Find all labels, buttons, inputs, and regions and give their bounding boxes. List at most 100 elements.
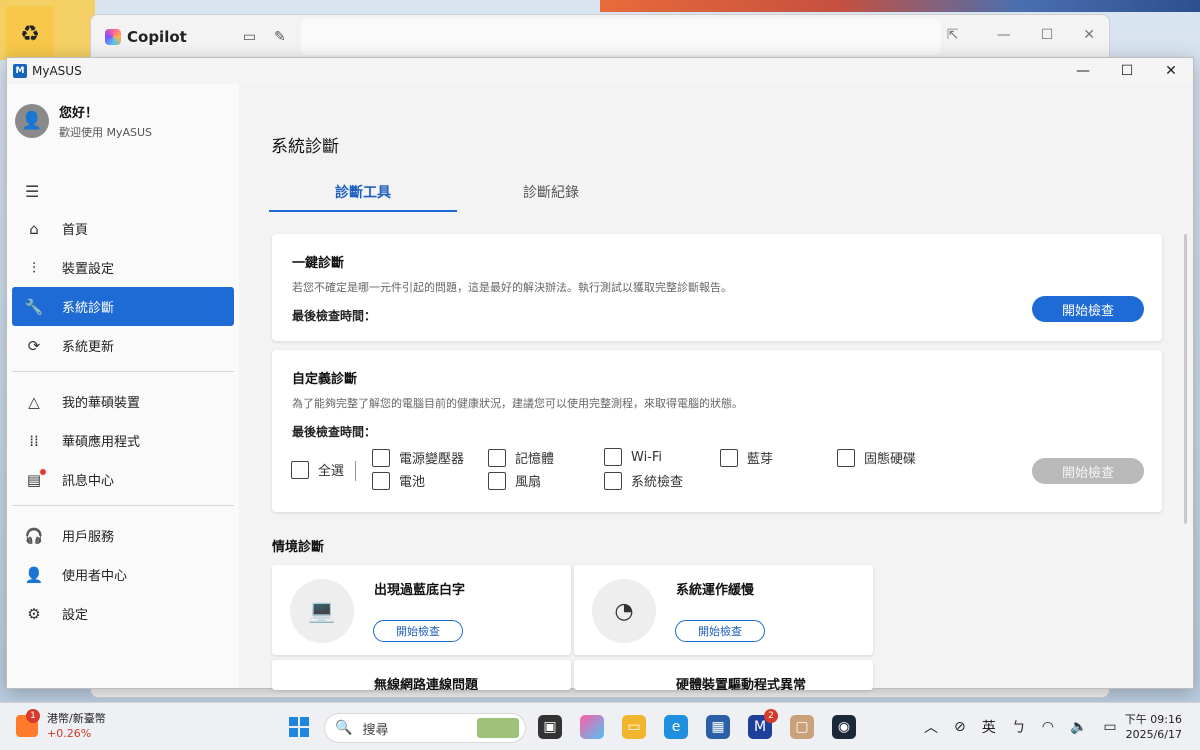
one-click-desc: 若您不確定是哪一元件引起的問題，這是最好的解決辦法。執行測試以獲取完整診斷報告。 — [292, 281, 732, 294]
checkbox-box[interactable] — [488, 471, 506, 490]
scenario-start-button[interactable]: 開始檢查 — [373, 620, 463, 642]
sidebar-item-label: 系統診斷 — [62, 301, 115, 316]
start-button[interactable] — [289, 717, 309, 737]
checkbox-box[interactable] — [837, 448, 855, 467]
sidebar-item-system-update[interactable]: ⟳ 系統更新 — [12, 326, 234, 365]
sidebar-nav: ⌂ 首頁 ⫶ 裝置設定 🔧 系統診斷 ⟳ 系統更新 △ 我的華碩裝置 ⁞⁞ 華碩… — [12, 209, 234, 633]
main-content: 系統診斷 診斷工具 診斷紀錄 一鍵診斷 若您不確定是哪一元件引起的問題，這是最好… — [239, 84, 1193, 690]
window-title: MyASUS — [32, 64, 82, 78]
scrollbar[interactable] — [1184, 234, 1187, 524]
sidebar-item-user-center[interactable]: 👤 使用者中心 — [12, 555, 234, 594]
ime-indicator[interactable]: 英 — [982, 717, 996, 737]
sidebar: 👤 您好！ 歡迎使用 MyASUS ☰ ⌂ 首頁 ⫶ 裝置設定 🔧 系統診斷 ⟳ — [7, 84, 239, 688]
headset-icon: 🎧 — [24, 526, 44, 545]
scenario-card-slow-system[interactable]: ◔ 系統運作緩慢 開始檢查 — [574, 565, 873, 655]
one-click-start-button[interactable]: 開始檢查 — [1032, 296, 1144, 322]
file-explorer-icon[interactable]: ▭ — [622, 715, 646, 739]
copilot-title: Copilot — [127, 28, 187, 46]
recycle-bin-icon[interactable]: ♻ — [6, 6, 54, 62]
sidebar-item-customer-service[interactable]: 🎧 用戶服務 — [12, 516, 234, 555]
divider — [12, 505, 234, 506]
checkbox-box[interactable] — [291, 460, 309, 479]
option-battery[interactable]: 電池 — [372, 471, 425, 490]
option-label: 固態硬碟 — [864, 452, 917, 467]
clock[interactable]: 下午 09:16 2025/6/17 — [1125, 712, 1182, 742]
chevron-up-icon[interactable]: ︿ — [924, 717, 938, 737]
scenario-start-button[interactable]: 開始檢查 — [675, 620, 765, 642]
currency-widget[interactable]: 1 港幣/新臺幣 +0.26% — [16, 709, 106, 741]
clock-date: 2025/6/17 — [1125, 728, 1182, 741]
volume-icon[interactable]: 🔈 — [1070, 719, 1087, 735]
new-chat-icon[interactable]: ✎ — [274, 29, 286, 45]
notification-badge: 1 — [26, 709, 40, 723]
sidebar-item-home[interactable]: ⌂ 首頁 — [12, 209, 234, 248]
sidebar-item-device-settings[interactable]: ⫶ 裝置設定 — [12, 248, 234, 287]
popout-icon[interactable]: ⇱ — [947, 27, 959, 43]
sidebar-item-settings[interactable]: ⚙ 設定 — [12, 594, 234, 633]
apps-grid-icon: ⁞⁞ — [29, 431, 39, 450]
checkbox-box[interactable] — [372, 471, 390, 490]
search-highlight-image — [477, 718, 519, 738]
scenario-card-bsod[interactable]: 💻 出現過藍底白字 開始檢查 — [272, 565, 571, 655]
copilot-icon — [105, 29, 121, 45]
select-all-checkbox[interactable]: 全選 — [291, 460, 344, 479]
hamburger-menu-icon[interactable]: ☰ — [25, 182, 39, 201]
option-ssd[interactable]: 固態硬碟 — [837, 448, 916, 467]
tab-diagnostic-tools[interactable]: 診斷工具 — [269, 182, 457, 212]
copilot-maximize-icon[interactable]: ☐ — [1041, 27, 1054, 43]
checkbox-box[interactable] — [604, 471, 622, 490]
sidebar-item-label: 使用者中心 — [62, 569, 128, 584]
sidebar-item-label: 華碩應用程式 — [62, 435, 141, 450]
copilot-minimize-icon[interactable]: — — [997, 27, 1011, 43]
edge-icon[interactable]: e — [664, 715, 688, 739]
checkbox-box[interactable] — [488, 448, 506, 467]
one-click-card: 一鍵診斷 若您不確定是哪一元件引起的問題，這是最好的解決辦法。執行測試以獲取完整… — [272, 234, 1162, 341]
copilot-close-icon[interactable]: ✕ — [1083, 27, 1095, 43]
option-label: Wi-Fi — [631, 449, 663, 465]
scenario-card-driver[interactable]: 硬體裝置驅動程式異常 — [574, 660, 873, 690]
sidebar-item-asus-apps[interactable]: ⁞⁞ 華碩應用程式 — [12, 421, 234, 460]
checkbox-box[interactable] — [720, 448, 738, 467]
steam-icon[interactable]: ◉ — [832, 715, 856, 739]
option-system-check[interactable]: 系統檢查 — [604, 471, 683, 490]
divider — [12, 371, 234, 372]
search-box[interactable]: 🔍 搜尋 — [324, 713, 526, 743]
ime-mode-icon[interactable]: ㄅ — [1012, 717, 1026, 737]
sidebar-item-diagnostics[interactable]: 🔧 系統診斷 — [12, 287, 234, 326]
task-view-icon[interactable]: ▣ — [538, 715, 562, 739]
avatar[interactable]: 👤 — [15, 104, 49, 138]
custom-desc: 為了能夠完整了解您的電腦目前的健康狀況，建議您可以使用完整測程，來取得電腦的狀態… — [292, 397, 743, 410]
page-title: 系統診斷 — [271, 137, 339, 157]
tab-diagnostic-history[interactable]: 診斷紀錄 — [457, 182, 645, 212]
option-bluetooth[interactable]: 藍芽 — [720, 448, 773, 467]
minimize-button[interactable]: — — [1061, 58, 1105, 84]
copilot-taskbar-icon[interactable] — [580, 715, 604, 739]
checkbox-box[interactable] — [372, 448, 390, 467]
custom-start-button[interactable]: 開始檢查 — [1032, 458, 1144, 484]
battery-icon[interactable]: ▭ — [1103, 719, 1116, 735]
option-fan[interactable]: 風扇 — [488, 471, 541, 490]
store-icon[interactable]: ▦ — [706, 715, 730, 739]
myasus-taskbar-icon[interactable]: M 2 — [748, 709, 778, 739]
wifi-icon[interactable]: ◠ — [1042, 719, 1054, 735]
titlebar: M MyASUS — ☐ ✕ — [7, 58, 1193, 84]
option-wifi[interactable]: Wi-Fi — [604, 448, 662, 466]
package-icon[interactable]: ▢ — [790, 715, 814, 739]
sidebar-toggle-icon[interactable]: ▭ — [243, 29, 256, 45]
taskbar: 1 港幣/新臺幣 +0.26% 🔍 搜尋 ▣ ▭ e ▦ M 2 ▢ ◉ ︿ ⊘… — [0, 702, 1200, 750]
user-profile[interactable]: 👤 您好！ 歡迎使用 MyASUS — [7, 84, 239, 140]
option-memory[interactable]: 記憶體 — [488, 448, 554, 467]
person-icon: 👤 — [24, 565, 44, 584]
option-label: 系統檢查 — [631, 475, 684, 490]
network-off-icon[interactable]: ⊘ — [954, 719, 966, 735]
option-power-adapter[interactable]: 電源變壓器 — [372, 448, 464, 467]
scenario-card-wifi[interactable]: 無線網路連線問題 — [272, 660, 571, 690]
checkbox-box[interactable] — [604, 448, 622, 466]
welcome-text: 歡迎使用 MyASUS — [59, 126, 153, 139]
tabs: 診斷工具 診斷紀錄 — [269, 182, 645, 212]
sidebar-item-message-center[interactable]: ▤ 訊息中心 — [12, 460, 234, 499]
close-button[interactable]: ✕ — [1149, 58, 1193, 84]
scenario-title: 硬體裝置驅動程式異常 — [676, 678, 807, 690]
sidebar-item-my-devices[interactable]: △ 我的華碩裝置 — [12, 382, 234, 421]
maximize-button[interactable]: ☐ — [1105, 58, 1149, 84]
